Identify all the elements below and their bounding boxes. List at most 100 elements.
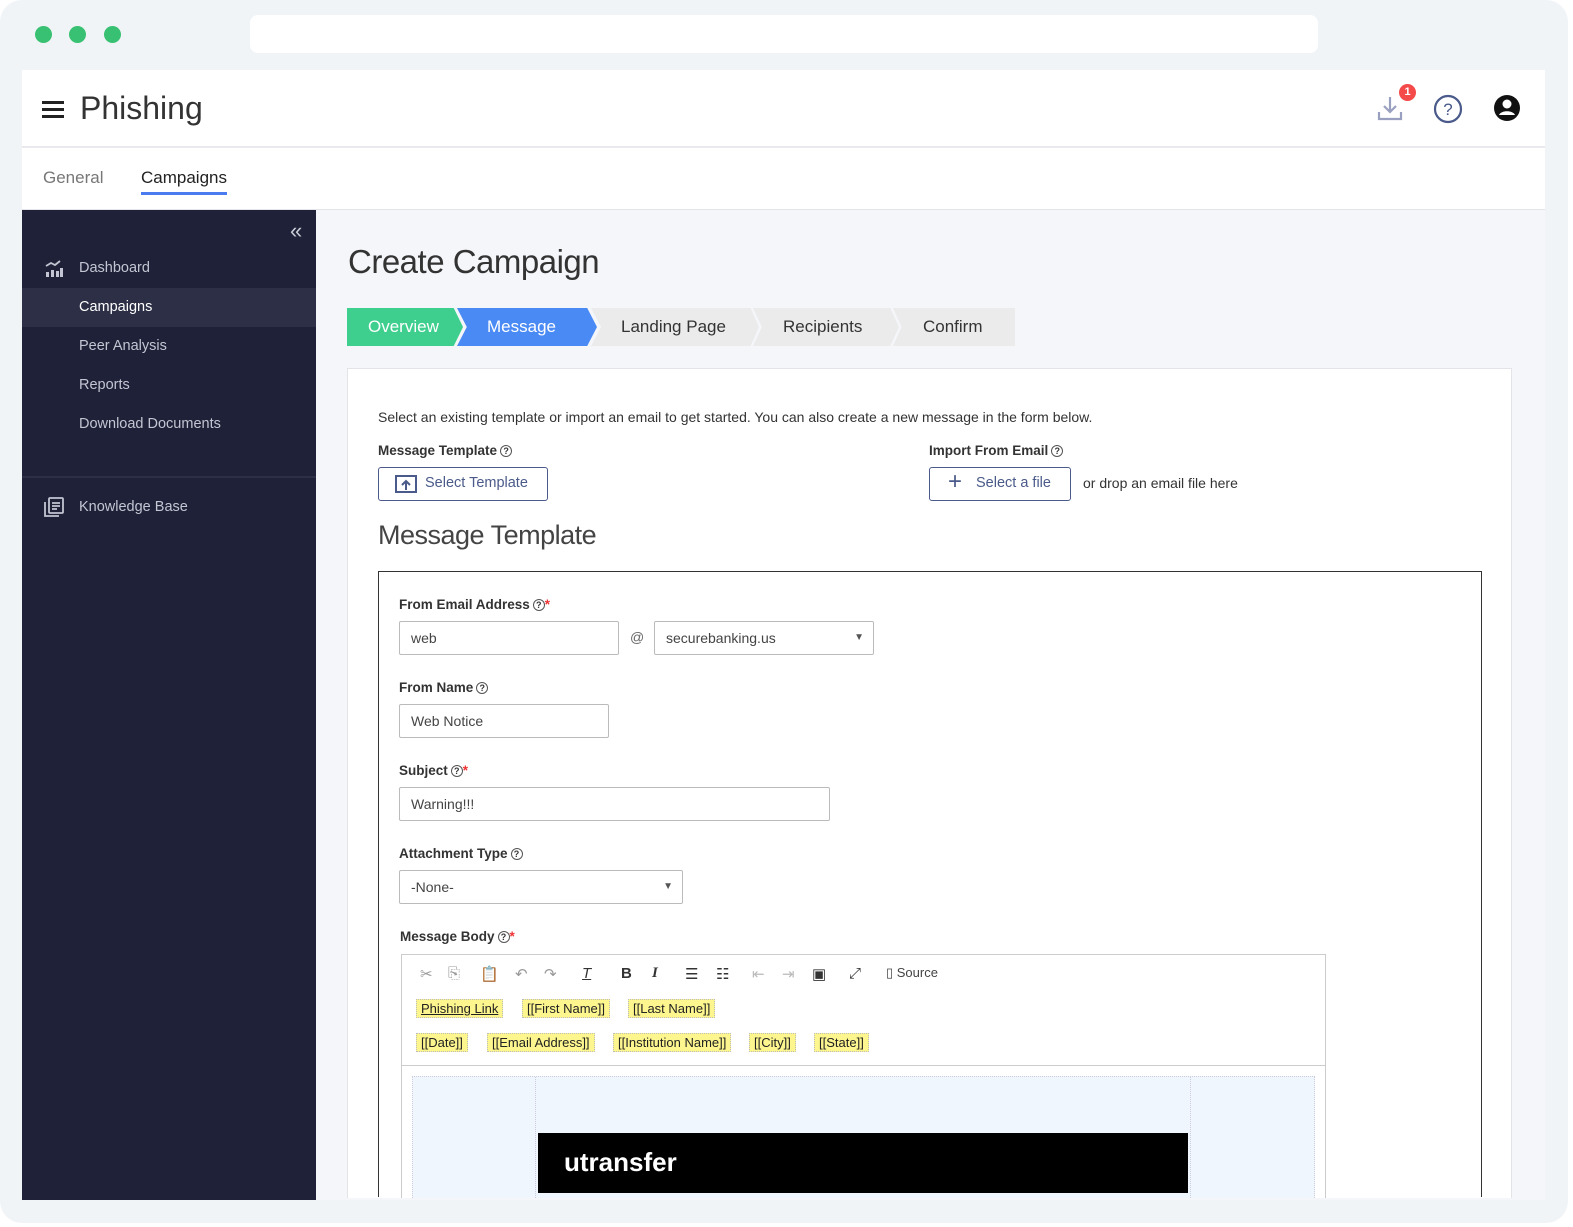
svg-text:?: ? <box>1443 100 1452 119</box>
sidebar-item-peer-analysis[interactable]: Peer Analysis <box>22 327 316 366</box>
step-landing-page[interactable]: Landing Page <box>591 308 759 346</box>
import-from-email-label: Import From Email? <box>929 443 1063 458</box>
button-label: Source <box>897 965 938 980</box>
tag-state[interactable]: [[State]] <box>814 1033 869 1052</box>
email-preview-column: utransfer <box>535 1077 1191 1198</box>
app-title: Phishing <box>80 90 203 127</box>
app-window: Phishing 1 ? General Campaigns « Dashboa… <box>22 70 1545 1200</box>
message-template-label: Message Template? <box>378 443 512 458</box>
tag-last-name[interactable]: [[Last Name]] <box>628 999 715 1018</box>
undo-icon[interactable]: ↶ <box>515 965 528 983</box>
top-tabs: General Campaigns <box>22 148 1545 210</box>
collapse-sidebar-icon[interactable]: « <box>290 218 302 244</box>
sidebar-item-dashboard[interactable]: Dashboard <box>22 249 316 288</box>
brand-banner: utransfer <box>538 1133 1188 1193</box>
cut-icon[interactable]: ✂ <box>420 965 433 983</box>
source-button[interactable]: ▯ Source <box>886 965 938 981</box>
email-preview-table: utransfer <box>412 1076 1315 1198</box>
redo-icon[interactable]: ↷ <box>544 965 557 983</box>
decrease-indent-icon[interactable]: ⇤ <box>752 965 765 983</box>
account-icon[interactable] <box>1493 94 1521 122</box>
bold-icon[interactable]: B <box>621 965 632 982</box>
label-text: Subject <box>399 763 448 778</box>
help-icon[interactable]: ? <box>1051 445 1063 457</box>
from-email-input[interactable]: web <box>399 621 619 655</box>
drop-file-text: or drop an email file here <box>1083 475 1238 491</box>
step-overview[interactable]: Overview <box>347 308 463 346</box>
label-text: Message Template <box>378 443 497 458</box>
window-maximize-dot[interactable] <box>104 26 121 43</box>
sidebar-item-reports[interactable]: Reports <box>22 366 316 405</box>
knowledge-base-icon <box>44 497 64 517</box>
help-icon[interactable]: ? <box>498 931 510 943</box>
tag-city[interactable]: [[City]] <box>749 1033 796 1052</box>
subject-input[interactable]: Warning!!! <box>399 787 830 821</box>
menu-icon[interactable] <box>42 101 64 122</box>
label-text: Import From Email <box>929 443 1048 458</box>
copy-icon[interactable]: ⎘ <box>448 965 460 982</box>
download-icon[interactable] <box>1376 94 1404 122</box>
sidebar-item-download-documents[interactable]: Download Documents <box>22 405 316 444</box>
upload-template-icon <box>395 474 417 494</box>
address-bar[interactable] <box>250 15 1318 53</box>
main-content: Create Campaign Overview Message Landing… <box>316 210 1545 1200</box>
dashboard-chart-icon <box>44 258 64 278</box>
help-icon[interactable]: ? <box>1433 94 1463 124</box>
step-wizard: Overview Message Landing Page Recipients… <box>347 308 1015 346</box>
domain-select[interactable]: securebanking.us▼ <box>654 621 874 655</box>
attachment-type-label: Attachment Type? <box>399 846 523 861</box>
from-name-input[interactable]: Web Notice <box>399 704 609 738</box>
page-title: Create Campaign <box>348 243 599 281</box>
tag-email-address[interactable]: [[Email Address]] <box>487 1033 595 1052</box>
tag-first-name[interactable]: [[First Name]] <box>522 999 610 1018</box>
from-name-label: From Name? <box>399 680 488 695</box>
numbered-list-icon[interactable]: ☷ <box>716 965 729 983</box>
step-message[interactable]: Message <box>457 308 597 346</box>
attachment-type-select[interactable]: -None- ▼ <box>399 870 683 904</box>
tab-general[interactable]: General <box>43 168 103 188</box>
paste-icon[interactable]: 📋 <box>480 965 499 983</box>
tag-institution-name[interactable]: [[Institution Name]] <box>613 1033 731 1052</box>
sidebar-item-label: Dashboard <box>79 260 150 276</box>
help-icon[interactable]: ? <box>451 765 463 777</box>
step-confirm[interactable]: Confirm <box>893 308 1015 346</box>
tag-date[interactable]: [[Date]] <box>416 1033 468 1052</box>
button-label: Select a file <box>976 475 1051 491</box>
remove-format-icon[interactable]: T <box>582 965 591 982</box>
section-title: Message Template <box>378 520 596 551</box>
sidebar-item-campaigns[interactable]: Campaigns <box>22 288 316 327</box>
label-text: Message Body <box>400 929 495 944</box>
step-recipients[interactable]: Recipients <box>753 308 899 346</box>
help-icon[interactable]: ? <box>476 682 488 694</box>
button-label: Select Template <box>425 475 528 491</box>
help-icon[interactable]: ? <box>511 848 523 860</box>
maximize-icon[interactable]: ⤢ <box>849 965 861 982</box>
rich-text-editor: ✂ ⎘ 📋 ↶ ↷ T B I ☰ ☷ ⇤ ⇥ ▣ ⤢ ▯ Source Phi… <box>401 954 1326 1198</box>
image-icon[interactable]: ▣ <box>812 965 826 983</box>
intro-text: Select an existing template or import an… <box>378 409 1092 425</box>
help-icon[interactable]: ? <box>533 599 545 611</box>
select-value: -None- <box>411 879 454 895</box>
plus-icon: + <box>948 466 962 497</box>
dropdown-caret-icon: ▼ <box>663 871 673 903</box>
increase-indent-icon[interactable]: ⇥ <box>782 965 795 983</box>
window-minimize-dot[interactable] <box>69 26 86 43</box>
tag-phishing-link[interactable]: Phishing Link <box>416 999 503 1018</box>
at-sign: @ <box>630 629 644 645</box>
bulleted-list-icon[interactable]: ☰ <box>685 965 698 983</box>
label-text: From Email Address <box>399 597 530 612</box>
italic-icon[interactable]: I <box>652 965 658 982</box>
window-close-dot[interactable] <box>35 26 52 43</box>
tab-campaigns[interactable]: Campaigns <box>141 168 227 195</box>
help-icon[interactable]: ? <box>500 445 512 457</box>
app-header: Phishing 1 ? <box>22 70 1545 148</box>
message-body-label: Message Body?* <box>400 929 515 944</box>
select-file-button[interactable]: + Select a file <box>929 467 1071 501</box>
sidebar-item-knowledge-base[interactable]: Knowledge Base <box>22 488 316 527</box>
sidebar: « Dashboard Campaigns Peer Analysis Repo… <box>22 210 316 1200</box>
notification-badge: 1 <box>1399 84 1416 101</box>
editor-content-area[interactable]: utransfer <box>402 1065 1325 1198</box>
select-value: securebanking.us <box>666 630 776 646</box>
message-form-box: From Email Address?* web @ securebanking… <box>378 571 1482 1197</box>
select-template-button[interactable]: Select Template <box>378 467 548 501</box>
